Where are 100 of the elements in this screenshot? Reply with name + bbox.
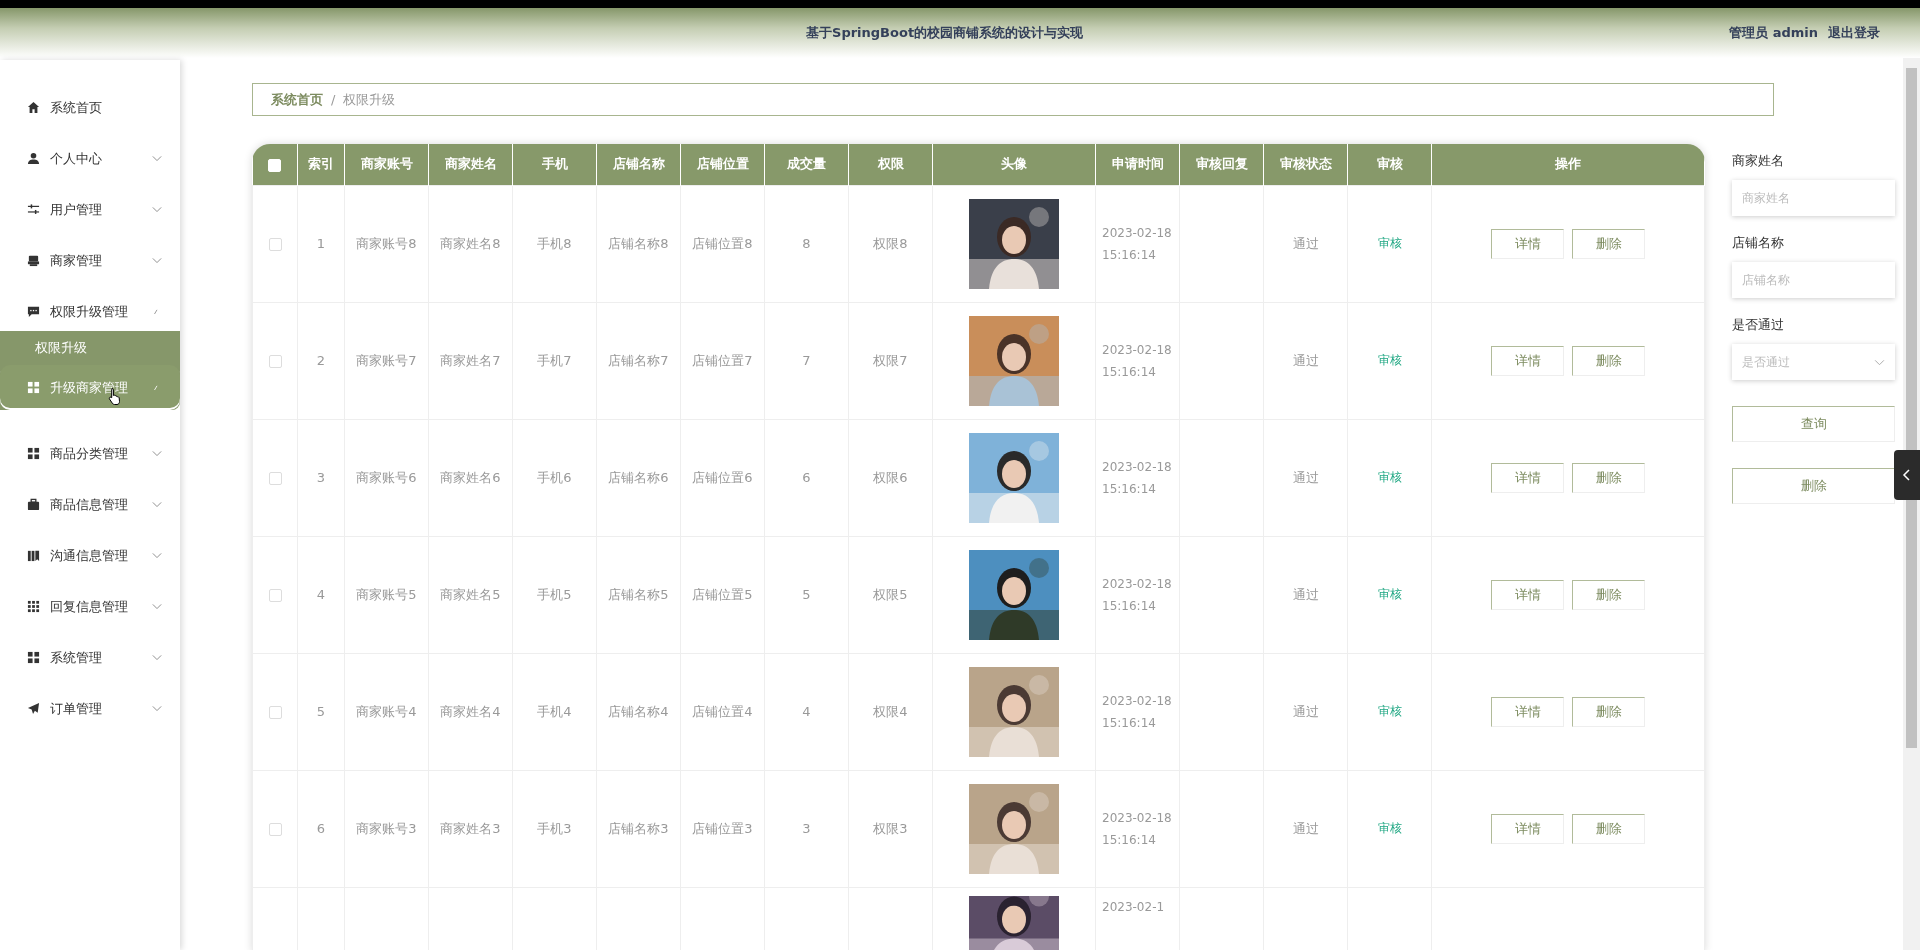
breadcrumb-item: 权限升级 bbox=[343, 90, 396, 109]
table-cell: 商家姓名5 bbox=[440, 586, 501, 602]
menu-item[interactable]: 个人中心 bbox=[0, 133, 180, 184]
menu-item[interactable]: 商品分类管理 bbox=[0, 428, 180, 479]
table-cell: 商家账号7 bbox=[356, 352, 417, 368]
table-cell: 手机6 bbox=[537, 469, 572, 485]
table-cell: 7 bbox=[802, 353, 811, 368]
checkbox[interactable] bbox=[268, 238, 282, 251]
table-cell: 5 bbox=[316, 704, 326, 719]
column-header: 店铺位置 bbox=[680, 144, 765, 185]
table-cell: 商家姓名3 bbox=[440, 820, 501, 836]
column-header: 申请时间 bbox=[1095, 144, 1180, 185]
action-button[interactable]: 删除 bbox=[1572, 462, 1645, 493]
table-cell: 商家姓名7 bbox=[440, 352, 501, 368]
table-cell: 手机7 bbox=[537, 352, 572, 368]
action-button[interactable]: 详情 bbox=[1491, 813, 1564, 844]
checkbox[interactable] bbox=[268, 823, 282, 836]
table-cell: 手机4 bbox=[537, 703, 572, 719]
review-link[interactable]: 审核 bbox=[1377, 821, 1402, 835]
logout-link[interactable]: 退出登录 bbox=[1828, 24, 1880, 42]
table-cell: 商家姓名6 bbox=[440, 469, 501, 485]
table-cell-text: 2023-02-18 15:16:14 bbox=[1101, 692, 1173, 732]
field-label: 商家姓名 bbox=[1732, 152, 1785, 170]
review-link[interactable]: 审核 bbox=[1377, 470, 1402, 484]
field-label: 店铺名称 bbox=[1732, 234, 1785, 252]
grid-icon bbox=[27, 447, 40, 460]
table-cell: 店铺名称5 bbox=[608, 586, 669, 602]
chevron-down-icon bbox=[1874, 358, 1885, 366]
column-header: 审核回复 bbox=[1179, 144, 1264, 185]
action-button[interactable]: 详情 bbox=[1491, 345, 1564, 376]
menu-item[interactable]: 商家管理 bbox=[0, 235, 180, 286]
select-field[interactable]: 是否通过 bbox=[1732, 344, 1895, 380]
checkbox[interactable] bbox=[268, 472, 282, 485]
breadcrumb-item[interactable]: 系统首页 bbox=[271, 90, 323, 109]
table-cell: 权限8 bbox=[873, 235, 908, 251]
checkbox[interactable] bbox=[268, 355, 282, 368]
table-cell: 商家账号3 bbox=[356, 820, 417, 836]
filter-button[interactable]: 查询 bbox=[1732, 406, 1895, 442]
column-header: 商家姓名 bbox=[428, 144, 513, 185]
scrollbar-thumb[interactable] bbox=[1906, 68, 1917, 748]
menu-item[interactable]: 系统管理 bbox=[0, 632, 180, 683]
checkbox[interactable] bbox=[268, 589, 282, 602]
action-button[interactable]: 详情 bbox=[1491, 696, 1564, 727]
menu-item[interactable]: 回复信息管理 bbox=[0, 581, 180, 632]
review-link[interactable]: 审核 bbox=[1377, 704, 1402, 718]
table-cell: 2 bbox=[316, 353, 326, 368]
table-cell: 权限3 bbox=[873, 820, 908, 836]
table-cell: 商家账号5 bbox=[356, 586, 417, 602]
menu-item[interactable]: 用户管理 bbox=[0, 184, 180, 235]
filter-button[interactable]: 删除 bbox=[1732, 468, 1895, 504]
submenu-item[interactable]: 升级商家管理 bbox=[0, 365, 180, 410]
breadcrumb-separator: / bbox=[331, 92, 336, 107]
column-header: 商家账号 bbox=[344, 144, 429, 185]
collapse-tab[interactable] bbox=[1894, 450, 1920, 500]
review-link[interactable]: 审核 bbox=[1377, 236, 1402, 250]
tray-icon bbox=[27, 254, 40, 267]
table-cell: 通过 bbox=[1292, 352, 1319, 368]
table-cell: 店铺位置5 bbox=[692, 586, 753, 602]
table-cell-text: 2023-02-1 bbox=[1101, 898, 1166, 916]
table-cell: 店铺名称7 bbox=[608, 352, 669, 368]
menu-item[interactable]: 沟通信息管理 bbox=[0, 530, 180, 581]
review-link[interactable]: 审核 bbox=[1377, 587, 1402, 601]
column-header: 成交量 bbox=[764, 144, 849, 185]
input-field[interactable]: 商家姓名 bbox=[1732, 180, 1895, 216]
table-cell: 店铺位置4 bbox=[692, 703, 753, 719]
input-field[interactable]: 店铺名称 bbox=[1732, 262, 1895, 298]
table-cell: 手机3 bbox=[537, 820, 572, 836]
menu-item[interactable]: 系统首页 bbox=[0, 82, 180, 133]
column-header: 索引 bbox=[297, 144, 345, 185]
table-cell: 3 bbox=[802, 821, 811, 836]
table-cell: 1 bbox=[316, 236, 326, 251]
table-cell-text: 2023-02-18 15:16:14 bbox=[1101, 341, 1173, 381]
table-cell: 店铺名称6 bbox=[608, 469, 669, 485]
action-button[interactable]: 详情 bbox=[1491, 228, 1564, 259]
table-cell: 通过 bbox=[1292, 235, 1319, 251]
table-cell: 商家账号4 bbox=[356, 703, 417, 719]
menu-item[interactable]: 订单管理 bbox=[0, 683, 180, 734]
menu-item[interactable]: 权限升级管理 bbox=[0, 286, 180, 337]
table-cell: 8 bbox=[802, 236, 811, 251]
review-link[interactable]: 审核 bbox=[1377, 353, 1402, 367]
checkbox[interactable] bbox=[268, 706, 282, 719]
action-button[interactable]: 删除 bbox=[1572, 579, 1645, 610]
chevron-left-icon bbox=[1902, 469, 1912, 481]
table-cell: 通过 bbox=[1292, 469, 1319, 485]
action-button[interactable]: 删除 bbox=[1572, 696, 1645, 727]
table-cell: 6 bbox=[802, 470, 811, 485]
action-button[interactable]: 删除 bbox=[1572, 228, 1645, 259]
action-button[interactable]: 删除 bbox=[1572, 813, 1645, 844]
column-header: 头像 bbox=[932, 144, 1096, 185]
action-button[interactable]: 详情 bbox=[1491, 462, 1564, 493]
action-button[interactable]: 删除 bbox=[1572, 345, 1645, 376]
table-cell: 手机5 bbox=[537, 586, 572, 602]
column-header: 操作 bbox=[1431, 144, 1705, 185]
menu-item[interactable]: 商品信息管理 bbox=[0, 479, 180, 530]
scrollbar[interactable] bbox=[1903, 58, 1920, 950]
action-button[interactable]: 详情 bbox=[1491, 579, 1564, 610]
dot-grid-icon bbox=[27, 600, 40, 613]
table-cell: 权限4 bbox=[873, 703, 908, 719]
table-cell: 5 bbox=[802, 587, 811, 602]
column-header: 审核 bbox=[1347, 144, 1432, 185]
